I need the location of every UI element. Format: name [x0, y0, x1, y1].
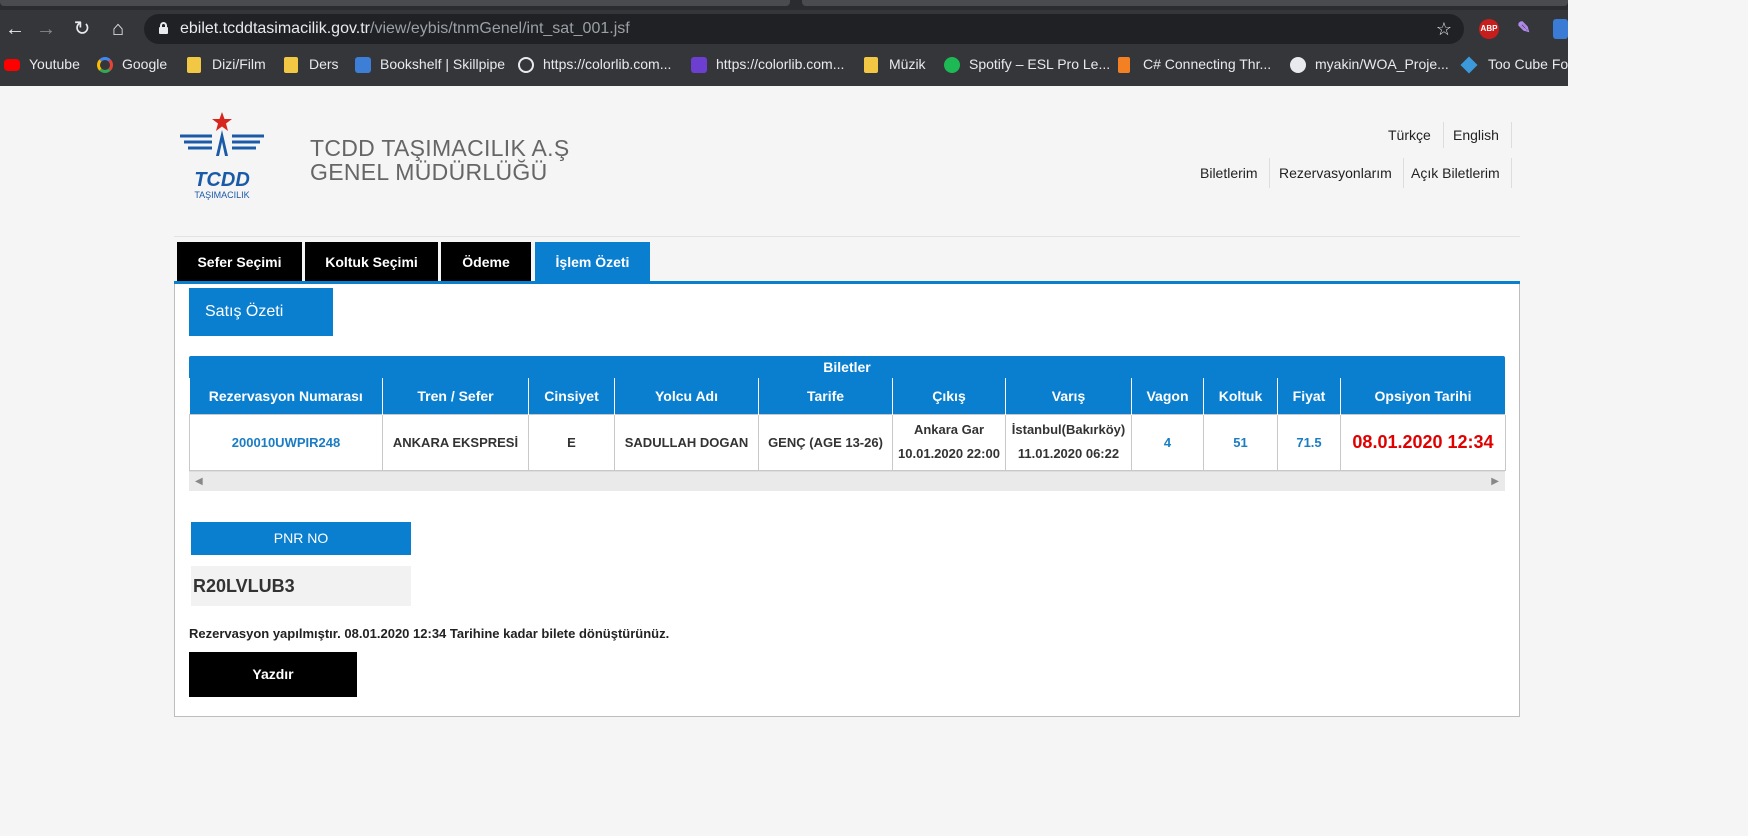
table-row: 200010UWPIR248 ANKARA EKSPRESİ E SADULLA…	[189, 413, 1506, 471]
company-name: TCDD TAŞIMACILIK A.Ş GENEL MÜDÜRLÜĞÜ	[310, 136, 569, 184]
tickets-table: Rezervasyon Numarası Tren / Sefer Cinsiy…	[189, 378, 1506, 471]
extension-icon[interactable]	[1553, 19, 1568, 39]
cell-yolcu: SADULLAH DOGAN	[614, 413, 759, 471]
tab-koltuk-secimi[interactable]: Koltuk Seçimi	[305, 242, 438, 282]
cell-cikis: Ankara Gar 10.01.2020 22:00	[892, 413, 1006, 471]
tcdd-logo[interactable]: TCDD TAŞIMACILIK	[178, 110, 266, 210]
lock-icon	[159, 22, 168, 34]
scroll-left-icon[interactable]: ◀	[195, 472, 203, 492]
bookmark-label: Bookshelf | Skillpipe	[380, 56, 506, 72]
col-vagon: Vagon	[1131, 378, 1204, 414]
page: TCDD TAŞIMACILIK TCDD TAŞIMACILIK A.Ş GE…	[0, 86, 1568, 750]
logo-text: TCDD	[194, 169, 250, 191]
col-cinsiyet: Cinsiyet	[528, 378, 615, 414]
visual-studio-icon	[1460, 56, 1478, 74]
address-bar[interactable]: ebilet.tcddtasimacilik.gov.tr/view/eybis…	[144, 14, 1464, 44]
pnr-label: PNR NO	[191, 522, 411, 555]
site-header: TCDD TAŞIMACILIK TCDD TAŞIMACILIK A.Ş GE…	[174, 86, 1520, 236]
logo-subtext: TAŞIMACILIK	[194, 190, 249, 200]
url-text[interactable]: ebilet.tcddtasimacilik.gov.tr/view/eybis…	[180, 14, 630, 44]
varis-yer: İstanbul(Bakırköy)	[1011, 422, 1126, 437]
cell-koltuk: 51	[1203, 413, 1278, 471]
menu-acik-biletlerim[interactable]: Açık Biletlerim	[1400, 158, 1512, 188]
bookmark-label: Dizi/Film	[212, 56, 266, 72]
lang-english[interactable]: English	[1441, 122, 1512, 148]
cikis-zaman: 10.01.2020 22:00	[898, 446, 1000, 461]
col-tren: Tren / Sefer	[382, 378, 529, 414]
summary-title: Satış Özeti	[189, 288, 333, 336]
summary-panel: Satış Özeti Biletler Rezervasyon Numaras…	[174, 284, 1520, 717]
folder-icon	[187, 57, 201, 73]
bookmark-label: Spotify – ESL Pro Le...	[969, 56, 1111, 72]
book-icon	[355, 57, 371, 73]
feather-extension-icon[interactable]: ✎	[1514, 19, 1534, 39]
cell-varis: İstanbul(Bakırköy) 11.01.2020 06:22	[1005, 413, 1132, 471]
cell-fiyat: 71.5	[1277, 413, 1341, 471]
bookmarks-bar: Youtube Google Dizi/Film Ders Bookshelf …	[0, 48, 1568, 86]
tickets-table-title: Biletler	[189, 356, 1505, 378]
table-horizontal-scrollbar[interactable]: ◀ ▶	[189, 471, 1505, 491]
github-icon	[1290, 57, 1306, 73]
stackoverflow-icon	[1118, 57, 1130, 73]
reload-icon[interactable]: ↻	[67, 10, 97, 48]
home-icon[interactable]: ⌂	[103, 10, 133, 48]
browser-toolbar: ← → ↻ ⌂ ebilet.tcddtasimacilik.gov.tr/vi…	[0, 10, 1568, 48]
table-header-row: Rezervasyon Numarası Tren / Sefer Cinsiy…	[189, 378, 1506, 414]
folder-icon	[864, 57, 878, 73]
bookmark-label: C# Connecting Thr...	[1143, 56, 1272, 72]
forward-icon[interactable]: →	[31, 10, 61, 48]
pnr-value: R20LVLUB3	[191, 566, 411, 606]
url-path: /view/eybis/tnmGenel/int_sat_001.jsf	[370, 20, 630, 37]
header-divider	[174, 236, 1520, 237]
bookmark-label: Too Cube For	[1488, 56, 1568, 72]
browser-tab[interactable]	[0, 0, 790, 6]
bookmark-label: https://colorlib.com...	[716, 56, 845, 72]
col-rezervasyon: Rezervasyon Numarası	[189, 378, 383, 414]
col-koltuk: Koltuk	[1203, 378, 1278, 414]
reservation-note: Rezervasyon yapılmıştır. 08.01.2020 12:3…	[189, 626, 670, 641]
cell-opsiyon: 08.01.2020 12:34	[1340, 413, 1506, 471]
globe-icon	[518, 57, 534, 73]
company-line-1: TCDD TAŞIMACILIK A.Ş	[310, 135, 570, 161]
colorlib-icon	[691, 57, 707, 73]
tab-sefer-secimi[interactable]: Sefer Seçimi	[177, 242, 302, 282]
bookmark-label: myakin/WOA_Proje...	[1315, 56, 1449, 72]
col-opsiyon: Opsiyon Tarihi	[1340, 378, 1506, 414]
url-host: ebilet.tcddtasimacilik.gov.tr	[180, 20, 370, 37]
bookmark-star-icon[interactable]: ☆	[1436, 14, 1452, 44]
browser-tab[interactable]	[802, 0, 1568, 6]
col-fiyat: Fiyat	[1277, 378, 1341, 414]
spotify-icon	[944, 57, 960, 73]
print-button[interactable]: Yazdır	[189, 652, 357, 697]
cell-vagon: 4	[1131, 413, 1204, 471]
col-yolcu: Yolcu Adı	[614, 378, 759, 414]
tab-islem-ozeti[interactable]: İşlem Özeti	[535, 242, 650, 282]
youtube-icon	[4, 59, 20, 71]
cell-tarife: GENÇ (AGE 13-26)	[758, 413, 893, 471]
bookmark-label: https://colorlib.com...	[543, 56, 672, 72]
tab-odeme[interactable]: Ödeme	[441, 242, 531, 282]
cell-cinsiyet: E	[528, 413, 615, 471]
menu-biletlerim[interactable]: Biletlerim	[1189, 158, 1270, 188]
bookmark-label: Müzik	[889, 56, 926, 72]
menu-rezervasyonlarim[interactable]: Rezervasyonlarım	[1268, 158, 1404, 188]
cell-tren: ANKARA EKSPRESİ	[382, 413, 529, 471]
cell-rezervasyon[interactable]: 200010UWPIR248	[189, 413, 383, 471]
back-icon[interactable]: ←	[0, 10, 30, 48]
folder-icon	[284, 57, 298, 73]
bookmark-label: Google	[122, 56, 168, 72]
adblock-plus-icon[interactable]: ABP	[1479, 19, 1499, 39]
col-cikis: Çıkış	[892, 378, 1006, 414]
col-varis: Varış	[1005, 378, 1132, 414]
google-icon	[97, 57, 113, 73]
scroll-right-icon[interactable]: ▶	[1491, 472, 1499, 492]
lang-turkish[interactable]: Türkçe	[1376, 122, 1444, 148]
company-line-2: GENEL MÜDÜRLÜĞÜ	[310, 159, 548, 185]
bookmark-label: Youtube	[29, 56, 80, 72]
bookmark-label: Ders	[309, 56, 339, 72]
browser-tab-strip	[0, 0, 1568, 10]
cikis-yer: Ankara Gar	[913, 422, 985, 437]
varis-zaman: 11.01.2020 06:22	[1017, 446, 1120, 461]
col-tarife: Tarife	[758, 378, 893, 414]
